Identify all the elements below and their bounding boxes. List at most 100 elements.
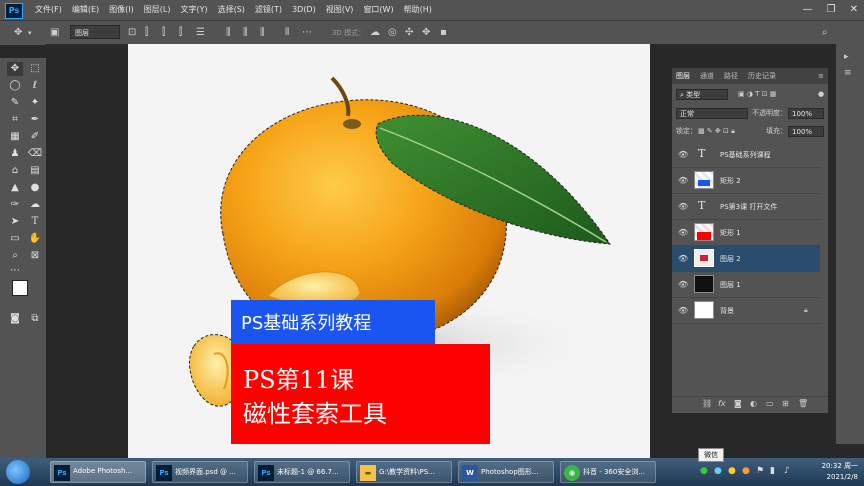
- menu-item-edit[interactable]: 编辑(E): [67, 0, 104, 20]
- start-button[interactable]: [6, 460, 30, 484]
- new-group-icon[interactable]: ▭: [766, 399, 774, 408]
- rectangle-tool-icon[interactable]: ▭: [7, 232, 23, 246]
- menu-item-3d[interactable]: 3D(D): [287, 0, 321, 20]
- layer-row-selected[interactable]: 👁︎ 图层 2: [672, 246, 820, 272]
- filter-toggle-icon[interactable]: ●: [818, 88, 824, 100]
- taskbar-item[interactable]: Ps Adobe Photosh...: [50, 461, 146, 483]
- auto-select-checkbox[interactable]: ▣: [50, 26, 59, 40]
- path-select-icon[interactable]: ➤: [7, 215, 23, 229]
- show-transform-icon[interactable]: ⊡: [128, 26, 136, 40]
- 3d-pan-icon[interactable]: ✣: [405, 26, 413, 40]
- 3d-slide-icon[interactable]: ✥: [422, 26, 430, 40]
- menu-item-filter[interactable]: 滤镜(T): [250, 0, 287, 20]
- lock-icons[interactable]: ▩ ✎ ✥ ⊡ 🔒︎: [698, 125, 735, 137]
- distribute-icon[interactable]: ⫼: [260, 26, 265, 40]
- eraser-tool-icon[interactable]: ⌫: [27, 147, 43, 161]
- add-mask-icon[interactable]: ◙: [734, 399, 742, 408]
- visibility-eye-icon[interactable]: 👁︎: [678, 280, 688, 289]
- 3d-scale-icon[interactable]: ▪: [440, 26, 447, 40]
- ellipse-marquee-icon[interactable]: ◯: [7, 79, 23, 93]
- search-icon[interactable]: ⌕: [822, 26, 828, 40]
- tab-channels[interactable]: 通道: [700, 68, 714, 84]
- lasso-tool-icon[interactable]: ℓ: [27, 79, 43, 93]
- adjustment-layer-icon[interactable]: ◐: [750, 399, 757, 408]
- layer-row[interactable]: 👁︎ 背景 🔒︎: [672, 298, 820, 324]
- align-center-icon[interactable]: ⫿: [162, 26, 165, 40]
- visibility-eye-icon[interactable]: 👁︎: [678, 150, 688, 159]
- tray-icon[interactable]: ●: [742, 466, 750, 476]
- sharpen-tool-icon[interactable]: ▲: [7, 181, 23, 195]
- more-options-icon[interactable]: ⋯: [302, 26, 312, 40]
- menu-item-select[interactable]: 选择(S): [213, 0, 250, 20]
- network-icon[interactable]: ▮: [770, 466, 775, 476]
- type-tool-icon[interactable]: T: [27, 215, 43, 229]
- align-bottom-icon[interactable]: ⫼: [243, 26, 248, 40]
- opacity-field[interactable]: 100%: [788, 108, 824, 119]
- layer-row[interactable]: 👁︎ 矩形 1: [672, 220, 820, 246]
- taskbar-item[interactable]: Ps 未标题-1 @ 66.7...: [254, 461, 350, 483]
- taskbar-item[interactable]: ◉ 抖音 - 360安全浏...: [560, 461, 656, 483]
- quick-mask-icon[interactable]: ◙: [7, 312, 23, 326]
- layer-row[interactable]: 👁︎ 矩形 2: [672, 168, 820, 194]
- align-right-icon[interactable]: ⫿: [179, 26, 182, 40]
- clock[interactable]: 20:32 周一 2021/2/8: [822, 461, 858, 483]
- tab-history[interactable]: 历史记录: [748, 68, 776, 84]
- menu-item-type[interactable]: 文字(Y): [175, 0, 212, 20]
- pen-tool-icon[interactable]: ✑: [7, 198, 23, 212]
- volume-icon[interactable]: ♪: [784, 466, 790, 476]
- dodge-tool-icon[interactable]: ●: [27, 181, 43, 195]
- blend-mode-select[interactable]: 正常: [676, 108, 748, 119]
- close-button[interactable]: ✕: [850, 0, 858, 20]
- new-layer-icon[interactable]: ⊞: [782, 399, 789, 408]
- taskbar-item[interactable]: ▬ G:\教学资料\PS...: [356, 461, 452, 483]
- menu-item-file[interactable]: 文件(F): [30, 0, 67, 20]
- align-middle-icon[interactable]: ⫼: [226, 26, 231, 40]
- gradient-tool-icon[interactable]: ▤: [27, 164, 43, 178]
- frame-icon[interactable]: ⊠: [27, 249, 43, 263]
- quick-select-icon[interactable]: ✎: [7, 96, 23, 110]
- tab-paths[interactable]: 路径: [724, 68, 738, 84]
- wechat-tray-icon[interactable]: ●: [700, 466, 708, 476]
- menu-item-image[interactable]: 图像(I): [104, 0, 139, 20]
- minimize-button[interactable]: —: [803, 0, 813, 20]
- fx-icon[interactable]: fx: [718, 399, 726, 408]
- move-tool-icon[interactable]: ✥: [7, 62, 23, 76]
- distribute-horizontal-icon[interactable]: ⫴: [285, 26, 289, 40]
- magic-wand-icon[interactable]: ✦: [27, 96, 43, 110]
- layer-filter-select[interactable]: ⌕ 类型: [676, 89, 728, 100]
- delete-layer-icon[interactable]: 🗑︎: [798, 399, 808, 408]
- frame-tool-icon[interactable]: ▦: [7, 130, 23, 144]
- marquee-tool-icon[interactable]: ⬚: [27, 62, 43, 76]
- brush-tool-icon[interactable]: ✐: [27, 130, 43, 144]
- taskbar-item[interactable]: Ps 视频界面.psd @ ...: [152, 461, 248, 483]
- menu-item-layer[interactable]: 图层(L): [139, 0, 176, 20]
- foreground-color-swatch[interactable]: [12, 280, 28, 296]
- restore-button[interactable]: ❐: [827, 0, 836, 20]
- chevron-down-icon[interactable]: ▾: [28, 26, 32, 40]
- menu-item-window[interactable]: 窗口(W): [358, 0, 398, 20]
- tab-layers[interactable]: 图层: [676, 68, 690, 84]
- 3d-orbit-icon[interactable]: ☁: [370, 26, 380, 40]
- menu-item-view[interactable]: 视图(V): [321, 0, 359, 20]
- stamp-tool-icon[interactable]: ♟: [7, 147, 23, 161]
- layer-row[interactable]: 👁︎ 图层 1: [672, 272, 820, 298]
- flag-icon[interactable]: ⚑: [756, 466, 764, 476]
- crop-tool-icon[interactable]: ⌗: [7, 113, 23, 127]
- filter-icons[interactable]: ▣ ◑ T ⊡ ▦: [738, 88, 776, 100]
- tray-icon[interactable]: ●: [728, 466, 736, 476]
- panel-menu-icon[interactable]: ≡: [818, 68, 824, 84]
- 3d-roll-icon[interactable]: ◎: [388, 26, 397, 40]
- hand-tool-icon[interactable]: ✋: [27, 232, 43, 246]
- zoom-tool-icon[interactable]: ⌕: [7, 249, 23, 263]
- taskbar-item[interactable]: W Photoshop图形...: [458, 461, 554, 483]
- eyedropper-icon[interactable]: ✒: [27, 113, 43, 127]
- menu-item-help[interactable]: 帮助(H): [399, 0, 437, 20]
- visibility-eye-icon[interactable]: 👁︎: [678, 176, 688, 185]
- panel-icon[interactable]: ≡: [844, 68, 852, 78]
- visibility-eye-icon[interactable]: 👁︎: [678, 202, 688, 211]
- align-top-icon[interactable]: ☰: [196, 26, 205, 40]
- visibility-eye-icon[interactable]: 👁︎: [678, 254, 688, 263]
- layer-row[interactable]: 👁︎ T PS基础系列课程: [672, 142, 820, 168]
- history-brush-icon[interactable]: ⌂: [7, 164, 23, 178]
- panel-icon[interactable]: ▸: [844, 52, 849, 62]
